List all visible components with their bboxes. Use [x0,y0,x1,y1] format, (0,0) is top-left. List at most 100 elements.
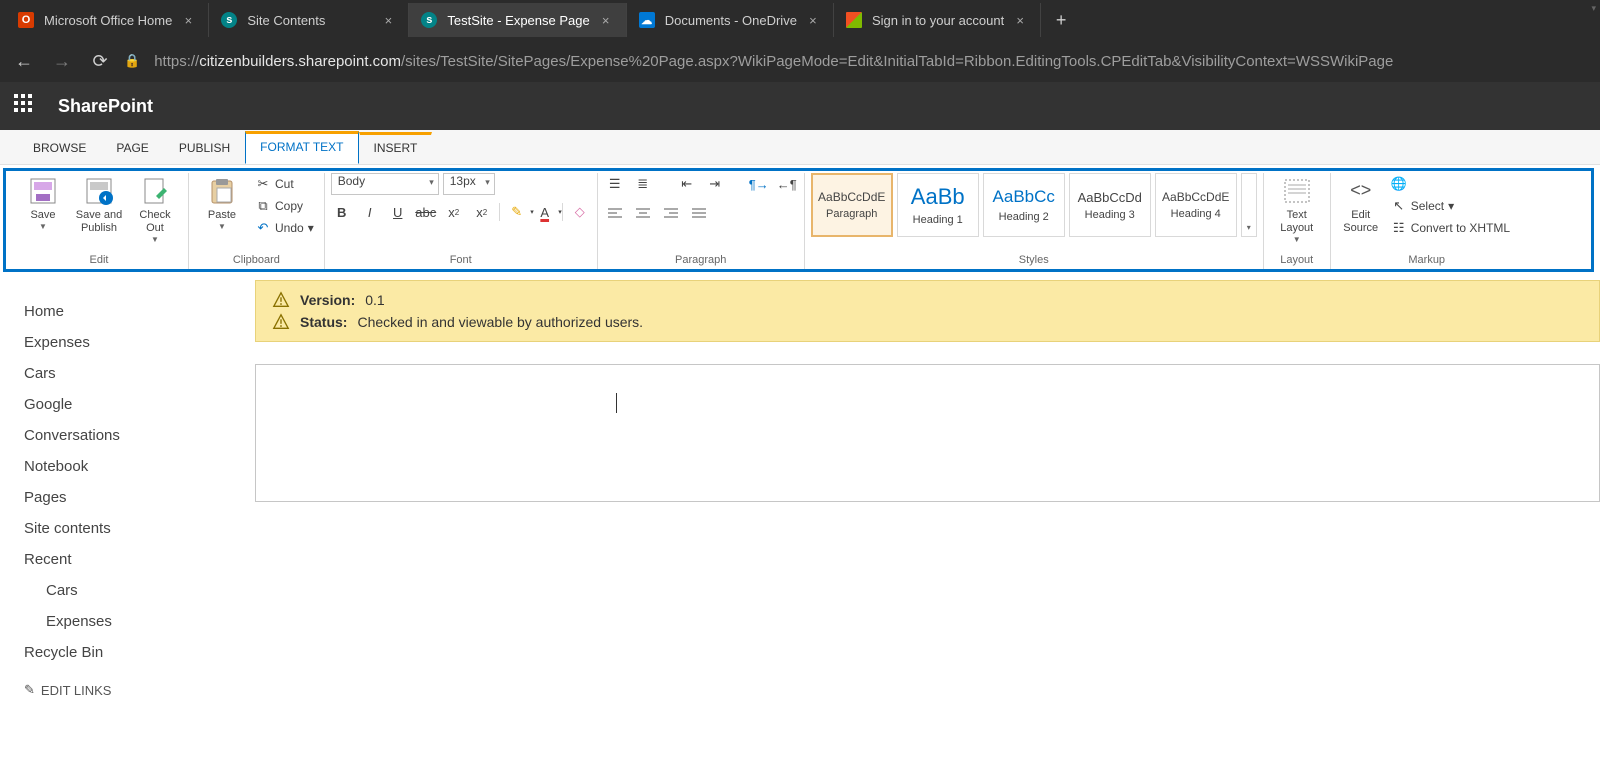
align-right-button[interactable] [660,203,682,225]
address-bar: ← → ⟳ 🔒 https://citizenbuilders.sharepoi… [0,40,1600,82]
style-heading3[interactable]: AaBbCcDd Heading 3 [1069,173,1151,237]
gallery-expand-button[interactable]: ▾ [1241,173,1257,237]
select-button[interactable]: ↖ Select ▾ [1387,195,1517,217]
close-icon[interactable]: × [805,12,821,28]
nav-google[interactable]: Google [24,389,255,420]
outdent-button[interactable]: ⇤ [676,173,698,195]
sharepoint-icon: s [221,12,237,28]
save-button[interactable]: Save ▼ [16,173,70,232]
numbering-button[interactable]: ≣ [632,173,654,195]
new-tab-button[interactable]: + [1047,6,1075,34]
cut-button[interactable]: ✂ Cut [251,173,318,195]
subscript-button[interactable]: x2 [443,201,465,223]
undo-button[interactable]: ↶ Undo ▾ [251,217,318,239]
convert-xhtml-button[interactable]: ☷ Convert to XHTML [1387,217,1517,239]
bold-button[interactable]: B [331,201,353,223]
browser-tab[interactable]: s Site Contents × [209,3,409,37]
status-value: Checked in and viewable by authorized us… [357,314,643,330]
nav-expenses[interactable]: Expenses [24,327,255,358]
page-editor[interactable] [255,364,1600,502]
chevron-down-icon: ▾ [308,221,314,235]
strikethrough-button[interactable]: abc [415,201,437,223]
url-field[interactable]: https://citizenbuilders.sharepoint.com/s… [154,53,1393,70]
rtl-button[interactable]: ←¶ [776,173,798,195]
check-out-label: Check Out [130,209,180,235]
edit-source-button[interactable]: <> Edit Source [1337,173,1385,235]
underline-button[interactable]: U [387,201,409,223]
indent-button[interactable]: ⇥ [704,173,726,195]
superscript-button[interactable]: x2 [471,201,493,223]
status-label: Status: [300,314,347,330]
justify-button[interactable] [688,203,710,225]
browser-tab-active[interactable]: s TestSite - Expense Page × [409,3,626,37]
style-name: Heading 1 [913,214,963,226]
sharepoint-icon: s [421,12,437,28]
ribbon-tab-page[interactable]: PAGE [101,131,163,164]
ribbon-group-edit: Save ▼ Save and Publish Check Out ▼ Edit [10,173,189,269]
align-center-button[interactable] [632,203,654,225]
paste-button[interactable]: Paste ▼ [195,173,249,232]
ribbon-tab-insert[interactable]: INSERT [359,132,433,164]
nav-recycle-bin[interactable]: Recycle Bin [24,637,255,668]
paste-icon [206,175,238,207]
browser-tab[interactable]: O Microsoft Office Home × [6,3,209,37]
nav-recent-expenses[interactable]: Expenses [24,606,255,637]
reload-button[interactable]: ⟳ [86,47,114,75]
undo-label: Undo [275,221,304,235]
italic-button[interactable]: I [359,201,381,223]
style-sample: AaBbCcDd [1078,190,1142,205]
font-color-button[interactable]: A▾ [534,201,556,223]
language-select[interactable] [1411,174,1513,194]
microsoft-icon [846,12,862,28]
font-size-select[interactable]: 13px [443,173,495,195]
style-heading1[interactable]: AaBb Heading 1 [897,173,979,237]
nav-recent-cars[interactable]: Cars [24,575,255,606]
warning-icon [272,313,290,331]
nav-recent[interactable]: Recent [24,544,255,575]
close-icon[interactable]: × [1012,12,1028,28]
browser-tab[interactable]: Sign in to your account × [834,3,1041,37]
ltr-button[interactable]: ¶→ [748,173,770,195]
save-publish-button[interactable]: Save and Publish [72,173,126,235]
ribbon-group-paragraph: ☰ ≣ ⇤ ⇥ ¶→ ←¶ [598,173,805,269]
bullets-button[interactable]: ☰ [604,173,626,195]
nav-pages[interactable]: Pages [24,482,255,513]
nav-site-contents[interactable]: Site contents [24,513,255,544]
back-button[interactable]: ← [10,47,38,75]
nav-notebook[interactable]: Notebook [24,451,255,482]
clear-format-button[interactable]: ◇ [569,201,591,223]
edit-links-button[interactable]: ✎ EDIT LINKS [24,682,255,698]
close-icon[interactable]: × [598,12,614,28]
pencil-icon: ✎ [24,682,35,698]
check-out-button[interactable]: Check Out ▼ [128,173,182,245]
nav-cars[interactable]: Cars [24,358,255,389]
highlight-button[interactable]: ✎▾ [506,201,528,223]
ribbon-group-markup: <> Edit Source 🌐 ↖ Select ▾ ☷ Convert to… [1331,173,1523,269]
close-icon[interactable]: × [180,12,196,28]
chevron-down-icon: ▼ [1293,235,1301,245]
version-value: 0.1 [365,292,384,308]
nav-conversations[interactable]: Conversations [24,420,255,451]
ribbon-tab-row: BROWSE PAGE PUBLISH FORMAT TEXT INSERT [0,130,1600,165]
ribbon-tab-format-text[interactable]: FORMAT TEXT [245,131,358,164]
browser-tab[interactable]: ☁ Documents - OneDrive × [627,3,834,37]
style-heading4[interactable]: AaBbCcDdE Heading 4 [1155,173,1237,237]
edit-source-label: Edit Source [1339,209,1383,235]
style-heading2[interactable]: AaBbCc Heading 2 [983,173,1065,237]
tab-title: TestSite - Expense Page [447,13,589,28]
style-paragraph[interactable]: AaBbCcDdE Paragraph [811,173,893,237]
copy-button[interactable]: ⧉ Copy [251,195,318,217]
select-label: Select [1411,199,1444,213]
close-icon[interactable]: × [380,12,396,28]
text-layout-button[interactable]: Text Layout ▼ [1270,173,1324,245]
version-label: Version: [300,292,355,308]
font-name-select[interactable]: Body [331,173,439,195]
ribbon-tab-publish[interactable]: PUBLISH [164,131,245,164]
align-left-button[interactable] [604,203,626,225]
forward-button[interactable]: → [48,47,76,75]
nav-home[interactable]: Home [24,296,255,327]
app-launcher-icon[interactable] [14,94,38,118]
text-layout-label: Text Layout [1272,209,1322,235]
ribbon-tab-browse[interactable]: BROWSE [18,131,101,164]
cursor-icon: ↖ [1391,198,1407,214]
